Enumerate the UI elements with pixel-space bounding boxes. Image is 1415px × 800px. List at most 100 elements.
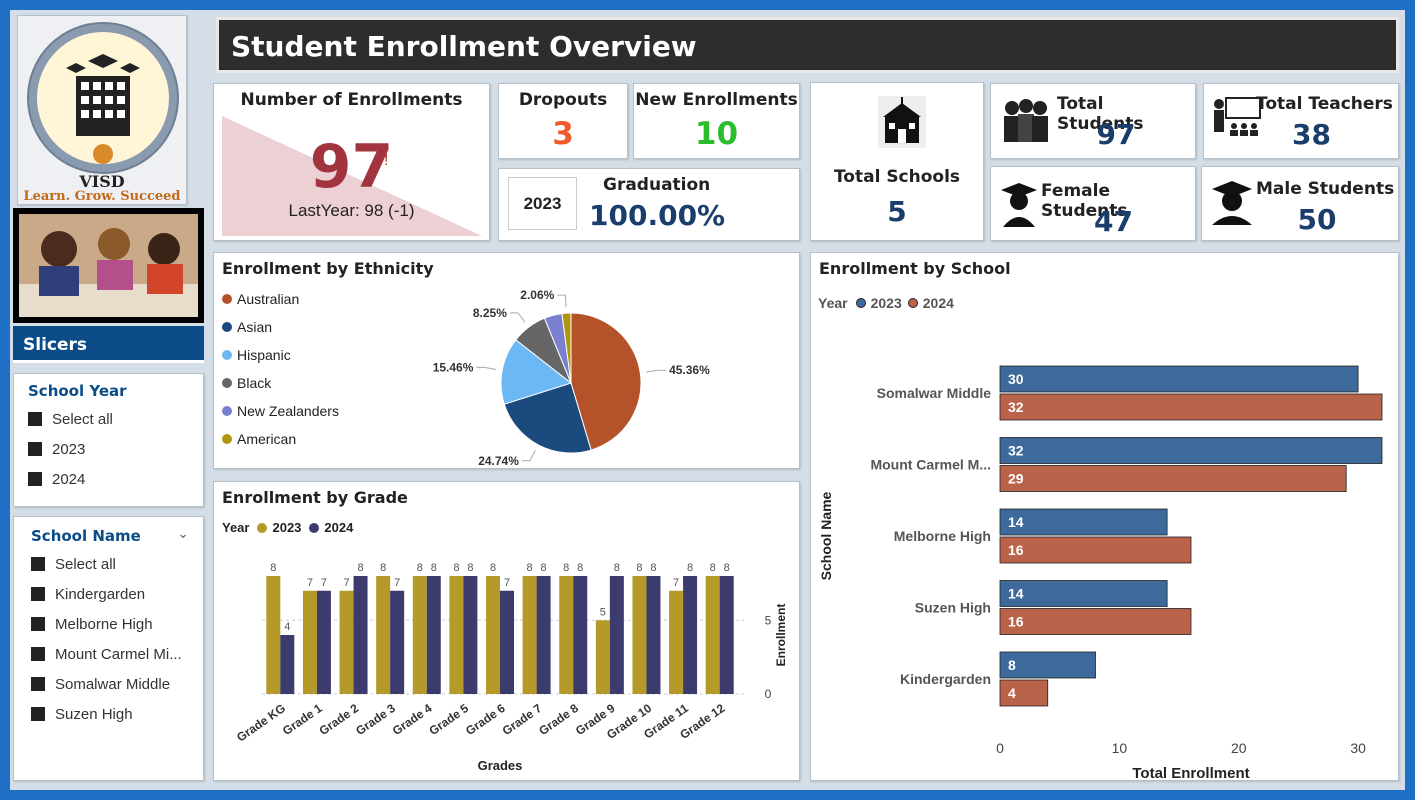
checkbox-icon[interactable] [31, 707, 45, 721]
male-graduate-icon [1212, 181, 1252, 225]
school-bar[interactable] [999, 393, 1383, 421]
x-tick-label: 0 [996, 740, 1004, 756]
x-axis-title: Total Enrollment [1132, 765, 1249, 782]
school-name-kindergarden[interactable]: Kindergarden [31, 579, 201, 609]
grade-bar[interactable] [426, 576, 441, 694]
grade-bar[interactable] [376, 576, 391, 694]
y-tick-label: Suzen High [915, 600, 991, 616]
logo-panel: VISD Learn. Grow. Succeed [17, 15, 187, 205]
school-year-2024[interactable]: 2024 [28, 464, 113, 494]
bar-data-label: 8 [1008, 657, 1016, 673]
checkbox-icon[interactable] [28, 472, 42, 486]
checkbox-icon[interactable] [31, 647, 45, 661]
bar-data-label: 8 [357, 562, 363, 574]
grade-bar[interactable] [646, 576, 661, 694]
school-bar[interactable] [999, 365, 1359, 393]
pie-data-label: 2.06% [520, 288, 554, 302]
graduation-year-box[interactable]: 2023 [508, 177, 577, 230]
school-bar[interactable] [999, 580, 1168, 607]
students-photo-image [19, 214, 198, 317]
pie-data-label: 8.25% [473, 306, 507, 320]
school-bar[interactable] [999, 536, 1192, 564]
bar-data-label: 5 [600, 606, 606, 618]
school-name-select-all[interactable]: Select all [31, 549, 201, 579]
grade-bar[interactable] [500, 590, 514, 694]
grade-bar[interactable] [316, 590, 331, 694]
bar-data-label: 8 [687, 562, 693, 574]
school-year-select-all[interactable]: Select all [28, 404, 113, 434]
school-name-suzen-high[interactable]: Suzen High [31, 699, 201, 729]
y-tick-label: Somalwar Middle [877, 385, 992, 401]
bar-data-label: 32 [1008, 443, 1024, 459]
grade-bar[interactable] [573, 576, 588, 694]
school-bar[interactable] [999, 508, 1168, 536]
bar-data-label: 7 [504, 577, 510, 589]
pie-leader-line [557, 294, 567, 308]
grade-bar[interactable] [632, 576, 647, 694]
total-teachers-value: 38 [1292, 118, 1331, 151]
school-bar[interactable] [999, 465, 1347, 492]
grade-bar[interactable] [486, 576, 500, 694]
grade-bar[interactable] [683, 576, 698, 694]
bar-data-label: 4 [1008, 685, 1016, 701]
pie-data-label: 45.36% [669, 363, 710, 377]
grade-bar[interactable] [390, 590, 405, 694]
page-title: Student Enrollment Overview [231, 30, 697, 63]
grade-bar[interactable] [463, 576, 478, 694]
checkbox-icon[interactable] [28, 442, 42, 456]
grade-bar[interactable] [353, 576, 368, 694]
grade-bar[interactable] [705, 576, 720, 694]
school-name-somalwar-middle[interactable]: Somalwar Middle [31, 669, 201, 699]
grade-bar[interactable] [339, 590, 354, 694]
x-tick-label: Grade 8 [536, 701, 581, 738]
alert-icon: ! [384, 152, 389, 169]
school-bar-chart: 30 32 Somalwar Middle 32 29 Mount Carmel M...… [818, 365, 1383, 782]
x-tick-label: Grade 7 [500, 701, 545, 738]
grade-bar[interactable] [266, 576, 281, 694]
bar-data-label: 8 [527, 562, 533, 574]
checkbox-icon[interactable] [31, 677, 45, 691]
grade-bar[interactable] [536, 576, 551, 694]
enrollments-label: Number of Enrollments [240, 90, 463, 110]
new-enrollments-value: 10 [694, 116, 739, 152]
grade-bar[interactable] [719, 576, 734, 694]
grade-bar[interactable] [302, 590, 317, 694]
school-name-title: School Name [31, 527, 141, 545]
chevron-down-icon[interactable]: ⌄ [177, 525, 189, 542]
grade-bar[interactable] [280, 635, 295, 694]
female-students-card: Female Students 47 [990, 166, 1196, 241]
grade-bar[interactable] [449, 576, 464, 694]
checkbox-icon[interactable] [31, 557, 45, 571]
grade-bar[interactable] [522, 576, 537, 694]
grade-bar[interactable] [559, 576, 574, 694]
bar-data-label: 14 [1008, 514, 1024, 530]
x-tick-label: 10 [1112, 740, 1128, 756]
checkbox-icon[interactable] [31, 587, 45, 601]
school-year-2023[interactable]: 2023 [28, 434, 113, 464]
checkbox-icon[interactable] [28, 412, 42, 426]
dashboard-frame: VISD Learn. Grow. Succeed Slicers School… [10, 10, 1405, 790]
total-schools-card: Total Schools 5 [810, 82, 984, 241]
school-year-slicer: School Year Select all 2023 2024 [13, 373, 204, 507]
grade-bar[interactable] [595, 620, 610, 694]
x-tick-label: Grade KG [234, 701, 288, 745]
school-name-melborne-high[interactable]: Melborne High [31, 609, 201, 639]
pie-data-label: 24.74% [478, 454, 519, 468]
school-bar[interactable] [999, 437, 1383, 464]
school-bar[interactable] [999, 608, 1192, 635]
bar-data-label: 14 [1008, 586, 1024, 602]
school-name-mount-carmel[interactable]: Mount Carmel Mi... [31, 639, 201, 669]
grade-bar[interactable] [609, 576, 624, 694]
pie-leader-line [646, 369, 667, 373]
total-schools-value: 5 [887, 195, 907, 228]
new-enrollments-card: New Enrollments 10 [633, 83, 800, 159]
dropouts-card: Dropouts 3 [498, 83, 628, 159]
checkbox-icon[interactable] [31, 617, 45, 631]
grade-bar[interactable] [669, 590, 684, 694]
students-photo [13, 208, 204, 323]
grade-bar[interactable] [412, 576, 427, 694]
x-tick-label: Grade 4 [390, 701, 435, 738]
ethnicity-chart-panel: Enrollment by Ethnicity Australian Asian H… [213, 252, 800, 469]
grade-chart-panel: Enrollment by Grade Year 2023 2024 0584G… [213, 481, 800, 781]
bar-data-label: 8 [541, 562, 547, 574]
